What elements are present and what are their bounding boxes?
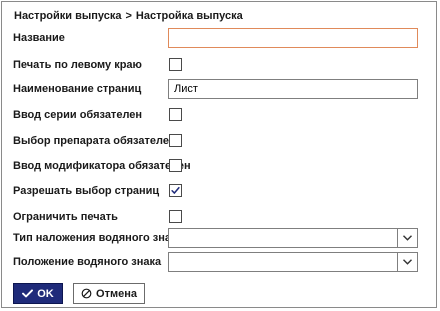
series-required-row: Ввод серии обязателен <box>2 105 438 129</box>
ok-button-label: OK <box>37 287 54 300</box>
modifier-required-label: Ввод модификатора обязателен <box>13 160 191 172</box>
name-row: Название <box>2 28 438 52</box>
modifier-required-checkbox[interactable] <box>169 159 182 172</box>
name-label: Название <box>13 32 65 44</box>
allow-page-select-label: Разрешать выбор страниц <box>13 185 160 197</box>
print-left-checkbox[interactable] <box>169 58 182 71</box>
release-settings-dialog: Настройки выпуска > Настройка выпуска Назв… <box>1 1 437 308</box>
chevron-down-icon[interactable] <box>402 258 413 266</box>
page-name-label: Наименование страниц <box>13 83 142 95</box>
cancel-circle-icon <box>81 288 92 299</box>
watermark-position-row: Положение водяного знака <box>2 252 438 276</box>
print-left-label: Печать по левому краю <box>13 59 142 71</box>
print-left-row: Печать по левому краю <box>2 55 438 79</box>
cancel-button[interactable]: Отмена <box>73 283 145 304</box>
drug-required-checkbox[interactable] <box>169 134 182 147</box>
allow-page-select-row: Разрешать выбор страниц <box>2 181 438 205</box>
ok-button[interactable]: OK <box>13 283 63 304</box>
allow-page-select-checkbox[interactable] <box>169 184 182 197</box>
check-icon <box>22 289 34 298</box>
breadcrumb-current: Настройка выпуска <box>135 10 243 22</box>
limit-print-checkbox[interactable] <box>169 210 182 223</box>
series-required-checkbox[interactable] <box>169 108 182 121</box>
watermark-type-select[interactable] <box>168 228 418 248</box>
drug-required-label: Выбор препарата обязателен <box>13 135 176 147</box>
page-name-row: Наименование страниц <box>2 79 438 103</box>
drug-required-row: Выбор препарата обязателен <box>2 131 438 155</box>
cancel-button-label: Отмена <box>96 287 137 300</box>
checkmark-icon <box>171 186 180 194</box>
breadcrumb-parent-link[interactable]: Настройки выпуска <box>14 10 121 22</box>
name-input[interactable] <box>168 28 418 48</box>
watermark-position-select[interactable] <box>168 252 418 272</box>
series-required-label: Ввод серии обязателен <box>13 109 143 121</box>
select-divider <box>397 253 398 271</box>
watermark-position-label: Положение водяного знака <box>13 256 162 268</box>
breadcrumb-separator: > <box>125 10 132 22</box>
select-divider <box>397 229 398 247</box>
page-name-input[interactable] <box>168 79 418 99</box>
chevron-down-icon[interactable] <box>402 234 413 242</box>
watermark-type-label: Тип наложения водяного знака <box>13 232 183 244</box>
modifier-required-row: Ввод модификатора обязателен <box>2 156 438 180</box>
breadcrumb: Настройки выпуска > Настройка выпуска <box>14 10 243 22</box>
limit-print-label: Ограничить печать <box>13 211 118 223</box>
watermark-type-row: Тип наложения водяного знака <box>2 228 438 252</box>
